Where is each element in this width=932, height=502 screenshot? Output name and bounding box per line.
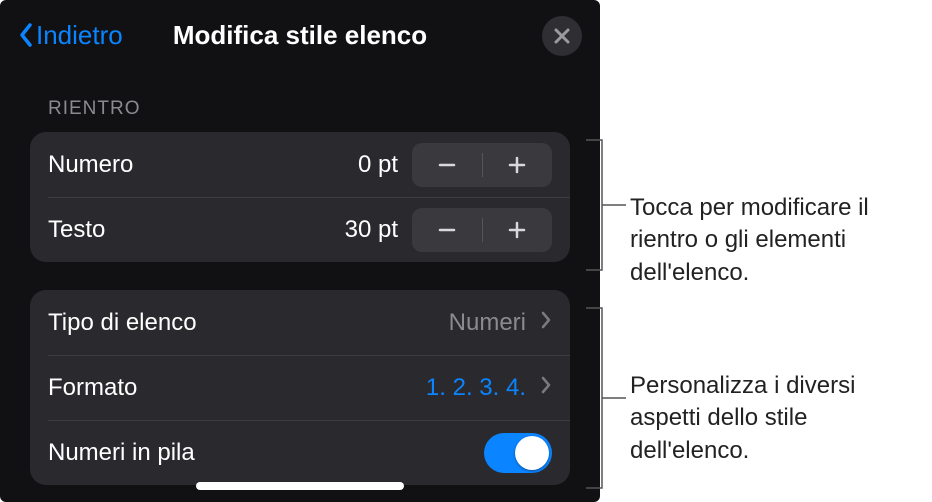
plus-icon	[506, 154, 528, 176]
minus-icon	[436, 154, 458, 176]
chevron-left-icon	[18, 22, 34, 48]
label-testo: Testo	[48, 216, 318, 244]
annotations: Tocca per modificare il rientro o gli el…	[600, 0, 932, 502]
callout-style: Personalizza i diversi aspetti dello sti…	[630, 370, 932, 467]
callout-indent: Tocca per modificare il rientro o gli el…	[630, 192, 932, 289]
testo-decrement-button[interactable]	[412, 208, 482, 252]
row-tipo-elenco[interactable]: Tipo di elenco Numeri	[30, 290, 570, 355]
stepper-numero	[412, 143, 552, 187]
value-testo: 30 pt	[318, 216, 398, 244]
row-formato[interactable]: Formato 1. 2. 3. 4.	[30, 355, 570, 420]
value-tipo: Numeri	[449, 309, 526, 337]
label-numero: Numero	[48, 151, 318, 179]
minus-icon	[436, 219, 458, 241]
label-pila: Numeri in pila	[48, 439, 484, 467]
row-testo: Testo 30 pt	[30, 197, 570, 262]
back-button[interactable]: Indietro	[18, 20, 123, 51]
label-formato: Formato	[48, 374, 426, 402]
switch-knob	[515, 436, 549, 470]
close-icon	[553, 27, 571, 45]
row-numeri-in-pila: Numeri in pila	[30, 420, 570, 485]
label-tipo: Tipo di elenco	[48, 309, 449, 337]
stepper-testo	[412, 208, 552, 252]
home-indicator	[196, 482, 404, 490]
value-numero: 0 pt	[318, 151, 398, 179]
row-numero: Numero 0 pt	[30, 132, 570, 197]
switch-numeri-in-pila[interactable]	[484, 433, 552, 473]
panel-title: Modifica stile elenco	[173, 20, 427, 50]
panel-header: Indietro Modifica stile elenco	[0, 0, 600, 70]
numero-decrement-button[interactable]	[412, 143, 482, 187]
chevron-right-icon	[540, 375, 552, 400]
testo-increment-button[interactable]	[483, 208, 553, 252]
close-button[interactable]	[542, 16, 582, 56]
numero-increment-button[interactable]	[483, 143, 553, 187]
indent-group: Numero 0 pt Testo 30 pt	[30, 132, 570, 262]
section-header-rientro: RIENTRO	[0, 70, 600, 132]
back-label: Indietro	[36, 20, 123, 51]
edit-list-style-panel: Indietro Modifica stile elenco RIENTRO N…	[0, 0, 600, 502]
value-formato: 1. 2. 3. 4.	[426, 374, 526, 402]
plus-icon	[506, 219, 528, 241]
style-group: Tipo di elenco Numeri Formato 1. 2. 3. 4…	[30, 290, 570, 485]
chevron-right-icon	[540, 310, 552, 335]
